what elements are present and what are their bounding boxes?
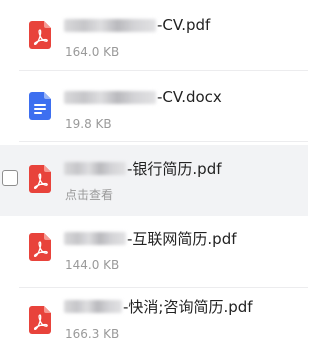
- file-size: 164.0 KB: [65, 45, 120, 59]
- file-size: 19.8 KB: [65, 117, 112, 131]
- pdf-file-icon: [29, 21, 51, 49]
- file-size: 144.0 KB: [65, 258, 120, 272]
- select-checkbox[interactable]: [2, 170, 18, 186]
- file-name: -互联网简历.pdf: [127, 229, 237, 248]
- redacted-name-blur: [64, 90, 156, 104]
- file-list: -CV.pdf 164.0 KB -CV.docx 19.8 KB -银行简历.…: [0, 0, 308, 356]
- redacted-name-blur: [64, 161, 126, 175]
- file-name-row: -快消;咨询简历.pdf: [64, 295, 253, 317]
- file-item-cv-pdf[interactable]: -CV.pdf 164.0 KB: [0, 0, 308, 71]
- file-item-fmcg-consulting-resume[interactable]: -快消;咨询简历.pdf 166.3 KB: [0, 287, 308, 358]
- file-name-row: -CV.docx: [64, 86, 222, 108]
- divider: [19, 141, 308, 142]
- file-name: -银行简历.pdf: [127, 159, 222, 178]
- file-name: -CV.pdf: [157, 16, 211, 34]
- word-document-icon: [29, 92, 51, 120]
- file-name-row: -银行简历.pdf: [64, 157, 222, 179]
- pdf-file-icon: [29, 165, 51, 193]
- pdf-file-icon: [29, 306, 51, 334]
- file-size: 166.3 KB: [65, 327, 120, 341]
- pdf-file-icon: [29, 233, 51, 261]
- file-name: -CV.docx: [157, 88, 222, 106]
- redacted-name-blur: [64, 18, 156, 32]
- file-item-cv-docx[interactable]: -CV.docx 19.8 KB: [0, 71, 308, 142]
- file-name-row: -互联网简历.pdf: [64, 227, 237, 249]
- file-item-bank-resume[interactable]: -银行简历.pdf 点击查看: [0, 145, 308, 216]
- file-name: -快消;咨询简历.pdf: [123, 297, 253, 316]
- redacted-name-blur: [64, 231, 126, 245]
- click-to-view-link[interactable]: 点击查看: [65, 186, 113, 203]
- redacted-name-blur: [64, 299, 122, 313]
- file-name-row: -CV.pdf: [64, 14, 210, 36]
- file-item-internet-resume[interactable]: -互联网简历.pdf 144.0 KB: [0, 216, 308, 288]
